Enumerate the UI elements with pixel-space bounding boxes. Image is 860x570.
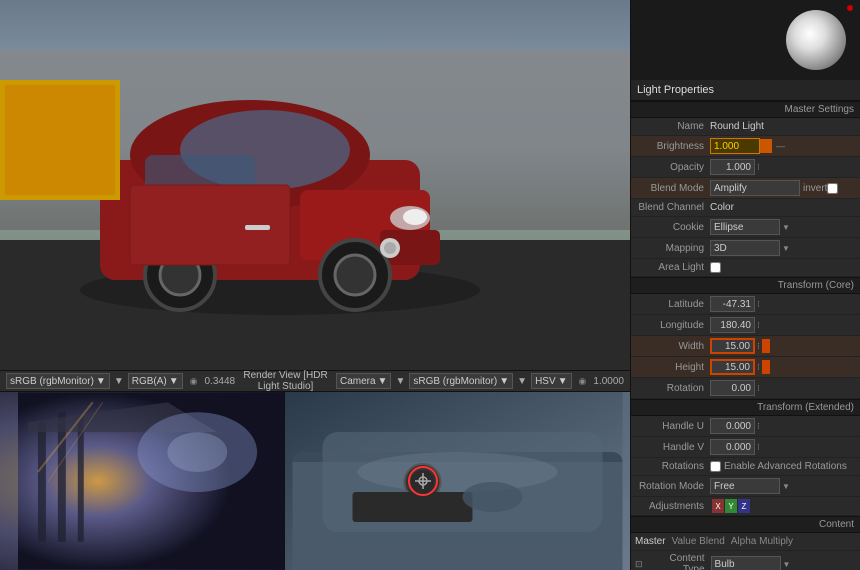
brightness-input[interactable] — [710, 138, 760, 154]
area-light-checkbox[interactable] — [710, 262, 721, 273]
red-dot-indicator — [847, 5, 853, 11]
master-tab[interactable]: Master — [635, 536, 666, 547]
area-light-label: Area Light — [635, 262, 710, 273]
cookie-select[interactable]: Ellipse — [710, 219, 780, 235]
content-tabs-row: Master Value Blend Alpha Multiply — [631, 533, 860, 551]
opacity-input[interactable] — [710, 159, 755, 175]
blend-channel-label: Blend Channel — [635, 202, 710, 213]
light-properties-title: Light Properties — [631, 80, 860, 101]
blend-mode-label: Blend Mode — [635, 183, 710, 194]
hdri-scene — [0, 392, 284, 570]
brightness-bar — [760, 139, 772, 153]
blend-mode-row: Blend Mode Amplify invert — [631, 178, 860, 199]
channel-dropdown[interactable]: RGB(A) ▼ — [128, 373, 183, 389]
invert-label: invert — [803, 183, 827, 194]
rotation-mode-label: Rotation Mode — [635, 481, 710, 492]
adjustments-row: Adjustments X Y Z — [631, 497, 860, 516]
top-viewport — [0, 0, 630, 370]
opacity-label: Opacity — [635, 162, 710, 173]
handle-v-label: Handle V — [635, 442, 710, 453]
width-label: Width — [635, 341, 710, 352]
height-input[interactable] — [710, 359, 755, 375]
width-row: Width ⁝ — [631, 336, 860, 357]
blend-channel-value: Color — [710, 202, 856, 213]
height-row: Height ⁝ — [631, 357, 860, 378]
mapping-select[interactable]: 3D — [710, 240, 780, 256]
xyz-buttons: X Y Z — [712, 499, 750, 513]
cookie-label: Cookie — [635, 222, 710, 233]
brightness-row: Brightness — — [631, 136, 860, 157]
handle-u-label: Handle U — [635, 421, 710, 432]
rotation-mode-select[interactable]: Free — [710, 478, 780, 494]
enable-adv-rot-checkbox[interactable] — [710, 461, 721, 472]
car-closeup-scene — [285, 392, 630, 570]
transform-extended-header: Transform (Extended) — [631, 399, 860, 416]
light-position-indicator[interactable] — [408, 466, 438, 496]
value-blend-tab[interactable]: Value Blend — [672, 536, 725, 547]
latitude-label: Latitude — [635, 299, 710, 310]
width-input[interactable] — [710, 338, 755, 354]
bottom-viewports: ↖ ✥ ⊕ ⊡ ⊞ — [0, 392, 630, 570]
handle-u-input[interactable] — [710, 418, 755, 434]
handle-v-input[interactable] — [710, 439, 755, 455]
rotation-row: Rotation ⁝ — [631, 378, 860, 399]
cookie-row: Cookie Ellipse ▼ — [631, 217, 860, 238]
right-monitor-dropdown[interactable]: sRGB (rgbMonitor) ▼ — [409, 373, 513, 389]
render-view-title: Render View [HDR Light Studio] — [239, 370, 332, 392]
blend-mode-wrapper: Amplify — [710, 180, 800, 196]
content-type-label: Content Type — [646, 553, 711, 570]
content-type-row: ⊡ Content Type Bulb ▼ — [631, 551, 860, 570]
enable-adv-rot-label: Enable Advanced Rotations — [724, 461, 847, 472]
camera-dropdown[interactable]: Camera ▼ — [336, 373, 391, 389]
width-bar — [762, 339, 770, 353]
left-panel: sRGB (rgbMonitor) ▼ ▼ RGB(A) ▼ ◉ 0.3448 … — [0, 0, 630, 570]
rotation-mode-row: Rotation Mode Free ▼ — [631, 476, 860, 497]
x-button[interactable]: X — [712, 499, 724, 513]
mapping-row: Mapping 3D ▼ — [631, 238, 860, 259]
mapping-label: Mapping — [635, 243, 710, 254]
name-value: Round Light — [710, 121, 856, 132]
hsv-dropdown[interactable]: HSV ▼ — [531, 373, 571, 389]
opacity-row: Opacity ⁝ — [631, 157, 860, 178]
longitude-input[interactable] — [710, 317, 755, 333]
master-settings-header: Master Settings — [631, 101, 860, 118]
area-light-row: Area Light — [631, 259, 860, 277]
brightness-label: Brightness — [635, 141, 710, 152]
blend-mode-select[interactable]: Amplify — [710, 180, 800, 196]
preview-area — [631, 0, 860, 80]
latitude-input[interactable] — [710, 296, 755, 312]
height-bar — [762, 360, 770, 374]
y-button[interactable]: Y — [725, 499, 737, 513]
handle-v-row: Handle V ⁝ — [631, 437, 860, 458]
name-label: Name — [635, 121, 710, 132]
left-monitor-dropdown[interactable]: sRGB (rgbMonitor) ▼ — [6, 373, 110, 389]
content-type-icon: ⊡ — [635, 559, 643, 570]
light-preview — [786, 10, 846, 70]
handle-u-row: Handle U ⁝ — [631, 416, 860, 437]
rotations-label: Rotations — [635, 461, 710, 472]
render-view-bar: sRGB (rgbMonitor) ▼ ▼ RGB(A) ▼ ◉ 0.3448 … — [0, 370, 630, 392]
height-label: Height — [635, 362, 710, 373]
longitude-label: Longitude — [635, 320, 710, 331]
blend-channel-row: Blend Channel Color — [631, 199, 860, 217]
rotation-input[interactable] — [710, 380, 755, 396]
content-header: Content — [631, 516, 860, 533]
hdri-view: ↖ ✥ ⊕ ⊡ ⊞ — [0, 392, 285, 570]
longitude-row: Longitude ⁝ — [631, 315, 860, 336]
name-row: Name Round Light — [631, 118, 860, 136]
enable-adv-rot-row: Rotations Enable Advanced Rotations — [631, 458, 860, 476]
right-panel: Light Properties Master Settings Name Ro… — [630, 0, 860, 570]
z-button[interactable]: Z — [738, 499, 750, 513]
alpha-multiply-tab[interactable]: Alpha Multiply — [731, 536, 793, 547]
content-type-select[interactable]: Bulb — [711, 556, 781, 570]
adjustments-label: Adjustments — [635, 501, 710, 512]
transform-core-header: Transform (Core) — [631, 277, 860, 294]
latitude-row: Latitude ⁝ — [631, 294, 860, 315]
invert-checkbox[interactable] — [827, 183, 838, 194]
car-closeup-view — [285, 392, 630, 570]
rotation-label: Rotation — [635, 383, 710, 394]
